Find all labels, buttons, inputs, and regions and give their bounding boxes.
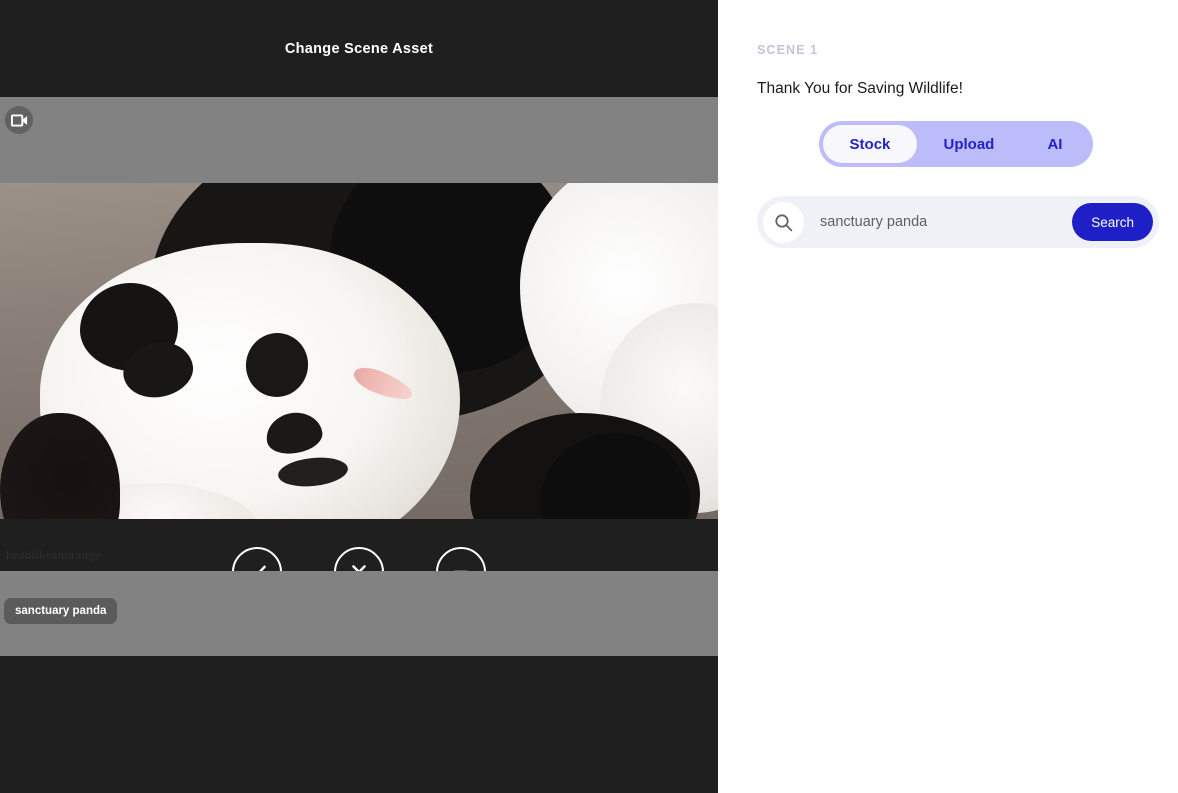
search-icon[interactable] xyxy=(763,201,804,243)
preview-stage: headlikeanorange sanctuary panda xyxy=(0,97,718,656)
scene-title: Thank You for Saving Wildlife! xyxy=(757,80,963,97)
letterbox-top xyxy=(0,97,718,183)
asset-browser-panel: SCENE 1 Thank You for Saving Wildlife! S… xyxy=(718,0,1178,793)
tab-stock[interactable]: Stock xyxy=(823,125,917,163)
change-scene-asset-dialog: Change Scene Asset headlikeanorange sanc… xyxy=(0,0,1178,793)
tab-upload[interactable]: Upload xyxy=(917,125,1021,163)
video-camera-icon xyxy=(5,106,33,134)
preview-media: headlikeanorange xyxy=(0,183,718,571)
page-title: Change Scene Asset xyxy=(284,40,434,57)
asset-preview-panel: Change Scene Asset headlikeanorange sanc… xyxy=(0,0,718,793)
tab-ai[interactable]: AI xyxy=(1021,125,1089,163)
source-watermark: headlikeanorange xyxy=(6,547,101,562)
search-input[interactable] xyxy=(804,214,1073,230)
scene-label: SCENE 1 xyxy=(757,43,819,57)
search-bar: Search xyxy=(757,196,1159,248)
asset-source-tabs: Stock Upload AI xyxy=(819,121,1093,167)
preview-asset-label: sanctuary panda xyxy=(4,598,118,624)
search-button[interactable]: Search xyxy=(1072,203,1153,241)
dialog-header: Change Scene Asset xyxy=(0,0,718,97)
